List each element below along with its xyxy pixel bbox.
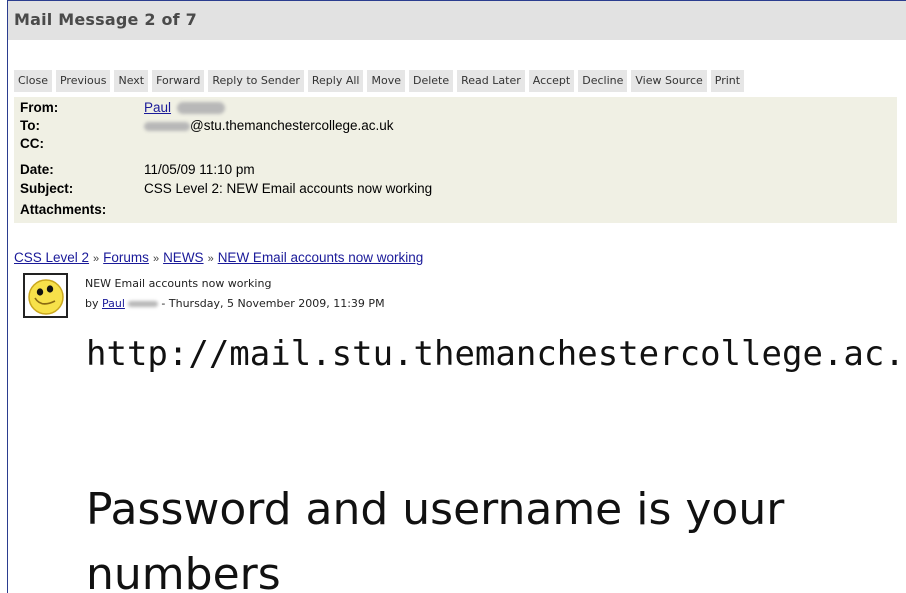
close-button[interactable]: Close: [14, 70, 52, 92]
body-numbers-text: numbers: [86, 549, 281, 593]
cc-label: CC:: [20, 136, 44, 151]
author-avatar[interactable]: [23, 273, 68, 318]
subject-label: Subject:: [20, 181, 74, 196]
reply-all-button[interactable]: Reply All: [307, 70, 364, 92]
date-value: 11/05/09 11:10 pm: [144, 162, 255, 177]
window-title: Mail Message 2 of 7: [14, 10, 197, 29]
attachments-label: Attachments:: [20, 202, 107, 217]
to-label: To:: [20, 118, 40, 133]
reply-to-sender-button[interactable]: Reply to Sender: [208, 70, 304, 92]
message-header: From: Paul To: @stu.themanchestercollege…: [14, 97, 897, 223]
to-address: @stu.themanchestercollege.ac.uk: [190, 118, 394, 133]
redacted-surname: [176, 102, 225, 115]
print-button[interactable]: Print: [710, 70, 745, 92]
title-bar: Mail Message 2 of 7: [8, 1, 906, 40]
delete-button[interactable]: Delete: [408, 70, 454, 92]
to-value: @stu.themanchestercollege.ac.uk: [144, 118, 394, 133]
breadcrumb-news[interactable]: NEWS: [163, 250, 204, 265]
message-toolbar: Close Previous Next Forward Reply to Sen…: [14, 70, 745, 92]
previous-button[interactable]: Previous: [55, 70, 111, 92]
forward-button[interactable]: Forward: [152, 70, 205, 92]
view-source-button[interactable]: View Source: [631, 70, 707, 92]
byline-date: - Thursday, 5 November 2009, 11:39 PM: [161, 297, 385, 310]
breadcrumb-post[interactable]: NEW Email accounts now working: [218, 250, 424, 265]
mail-window: Mail Message 2 of 7 Close Previous Next …: [7, 0, 906, 593]
byline-prefix: by: [85, 297, 99, 310]
breadcrumb-forums[interactable]: Forums: [103, 250, 149, 265]
breadcrumb-separator: »: [152, 253, 160, 265]
body-password-text: Password and username is your: [86, 484, 785, 535]
breadcrumb: CSS Level 2» Forums» NEWS» NEW Email accoun…: [14, 250, 423, 265]
byline-author-link[interactable]: Paul: [102, 297, 125, 310]
move-button[interactable]: Move: [367, 70, 405, 92]
decline-button[interactable]: Decline: [578, 70, 628, 92]
from-value[interactable]: Paul: [144, 100, 225, 115]
read-later-button[interactable]: Read Later: [457, 70, 525, 92]
next-button[interactable]: Next: [114, 70, 149, 92]
from-label: From:: [20, 100, 59, 115]
redacted-username: [144, 121, 190, 131]
smiley-face-icon: [28, 279, 64, 315]
date-label: Date:: [20, 162, 54, 177]
subject-value: CSS Level 2: NEW Email accounts now work…: [144, 181, 433, 196]
post-byline: by Paul - Thursday, 5 November 2009, 11:…: [85, 297, 385, 310]
sender-link[interactable]: Paul: [144, 100, 171, 115]
breadcrumb-separator: »: [93, 253, 100, 265]
breadcrumb-course[interactable]: CSS Level 2: [14, 250, 89, 265]
body-url-text: http://mail.stu.themanchestercollege.ac.…: [86, 334, 906, 374]
accept-button[interactable]: Accept: [528, 70, 575, 92]
redacted-author-surname: [127, 301, 158, 307]
breadcrumb-separator: »: [207, 253, 214, 265]
post-subject: NEW Email accounts now working: [85, 277, 272, 290]
